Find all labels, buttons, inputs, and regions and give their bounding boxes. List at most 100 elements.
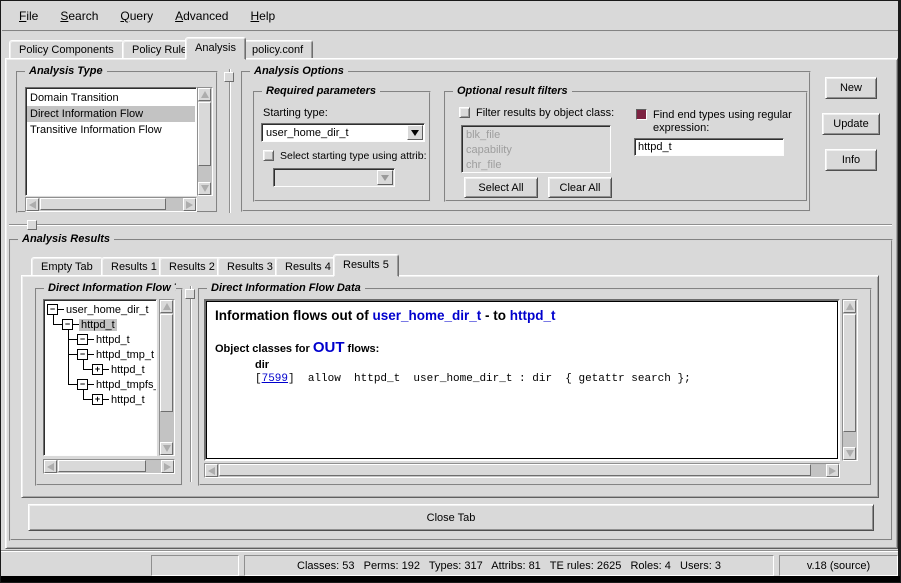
- chevron-down-icon[interactable]: [407, 125, 423, 140]
- scroll-up-icon[interactable]: [198, 88, 211, 101]
- tab-policy-components[interactable]: Policy Components: [9, 40, 124, 59]
- analysis-type-hscrollbar[interactable]: [25, 197, 197, 212]
- tree-node-label[interactable]: httpd_t: [109, 364, 147, 376]
- tab-results-1[interactable]: Results 1: [101, 257, 167, 276]
- flow-tree-legend: Direct Information Flow T: [44, 282, 176, 294]
- regex-input[interactable]: [634, 138, 784, 156]
- scroll-right-icon[interactable]: [183, 198, 196, 211]
- chevron-down-icon: [377, 170, 393, 185]
- collapse-icon[interactable]: −: [77, 349, 88, 360]
- collapse-icon[interactable]: −: [77, 379, 88, 390]
- scroll-thumb[interactable]: [843, 314, 856, 432]
- filter-by-class-checkbox-row[interactable]: Filter results by object class:: [459, 107, 614, 119]
- scroll-up-icon[interactable]: [843, 300, 856, 313]
- menu-help[interactable]: Help: [239, 5, 286, 27]
- tree-node-label[interactable]: httpd_t: [79, 319, 117, 331]
- menu-file[interactable]: File: [8, 5, 49, 27]
- object-class-item: chr_file: [463, 158, 609, 173]
- scroll-right-icon[interactable]: [826, 464, 839, 477]
- status-panel-version: v.18 (source): [779, 555, 898, 576]
- menu-query[interactable]: Query: [109, 5, 164, 27]
- collapse-icon[interactable]: −: [77, 334, 88, 345]
- scroll-left-icon[interactable]: [205, 464, 218, 477]
- scroll-thumb[interactable]: [40, 198, 166, 210]
- scroll-left-icon[interactable]: [44, 460, 57, 473]
- tab-analysis[interactable]: Analysis: [185, 37, 246, 60]
- scroll-thumb[interactable]: [219, 464, 811, 476]
- scroll-right-icon[interactable]: [161, 460, 174, 473]
- collapse-icon[interactable]: −: [47, 304, 58, 315]
- object-classes-line: Object classes for OUT flows:: [215, 339, 829, 356]
- pane-sash-handle[interactable]: [27, 220, 37, 230]
- analysis-type-vscrollbar[interactable]: [197, 87, 213, 196]
- info-button[interactable]: Info: [825, 149, 877, 171]
- scroll-thumb[interactable]: [58, 460, 146, 472]
- source-type: user_home_dir_t: [372, 308, 481, 323]
- tree-node-label[interactable]: httpd_t: [109, 394, 147, 406]
- pane-sash-handle[interactable]: [224, 72, 234, 82]
- tab-results-4[interactable]: Results 4: [275, 257, 341, 276]
- object-class-item: capability: [463, 143, 609, 158]
- scroll-down-icon[interactable]: [160, 442, 173, 455]
- starting-type-value: user_home_dir_t: [262, 127, 406, 139]
- regex-checkbox[interactable]: [636, 109, 647, 120]
- flow-tree-hscrollbar[interactable]: [43, 459, 175, 474]
- pane-sash-vertical[interactable]: [229, 69, 231, 213]
- pane-sash-horizontal[interactable]: [9, 224, 892, 226]
- tree-node-label[interactable]: user_home_dir_t: [64, 304, 151, 316]
- tree-node[interactable]: + httpd_t: [92, 392, 147, 407]
- update-button[interactable]: Update: [822, 113, 880, 135]
- tree-node[interactable]: − httpd_tmp_t: [77, 347, 156, 362]
- tree-node-label[interactable]: httpd_t: [94, 334, 132, 346]
- rule-id-link[interactable]: 7599: [262, 373, 288, 385]
- expand-icon[interactable]: +: [92, 394, 103, 405]
- tab-results-2[interactable]: Results 2: [159, 257, 225, 276]
- tab-empty-tab[interactable]: Empty Tab: [31, 257, 103, 276]
- scroll-thumb[interactable]: [160, 314, 173, 412]
- filter-by-class-checkbox[interactable]: [459, 107, 470, 118]
- menu-advanced[interactable]: Advanced: [164, 5, 239, 27]
- tab-results-3[interactable]: Results 3: [217, 257, 283, 276]
- tab-results-5[interactable]: Results 5: [333, 254, 399, 277]
- scroll-down-icon[interactable]: [843, 447, 856, 460]
- flow-tree-vscrollbar[interactable]: [159, 299, 175, 456]
- attrib-checkbox-row[interactable]: Select starting type using attrib:: [263, 150, 429, 162]
- new-button[interactable]: New: [825, 77, 877, 99]
- close-tab-button[interactable]: Close Tab: [28, 504, 874, 531]
- object-class-name: dir: [255, 359, 829, 371]
- list-item-transitive-information-flow[interactable]: Transitive Information Flow: [27, 122, 195, 138]
- regex-checkbox-label: Find end types using regular expression:: [653, 109, 804, 135]
- tree-node[interactable]: − httpd_tmpfs_t: [77, 377, 157, 392]
- clear-all-button[interactable]: Clear All: [548, 177, 612, 198]
- optional-filters-legend: Optional result filters: [453, 85, 572, 97]
- tree-node-label[interactable]: httpd_tmp_t: [94, 349, 156, 361]
- expand-icon[interactable]: +: [92, 364, 103, 375]
- scroll-up-icon[interactable]: [160, 300, 173, 313]
- tree-node[interactable]: − httpd_t: [62, 317, 117, 332]
- scroll-down-icon[interactable]: [198, 182, 211, 195]
- attrib-checkbox-label: Select starting type using attrib:: [280, 150, 427, 162]
- tree-node-label[interactable]: httpd_tmpfs_t: [94, 379, 157, 391]
- scroll-left-icon[interactable]: [26, 198, 39, 211]
- list-item-direct-information-flow[interactable]: Direct Information Flow: [27, 106, 195, 122]
- regex-checkbox-row[interactable]: Find end types using regular expression:: [636, 109, 804, 135]
- select-all-button[interactable]: Select All: [464, 177, 538, 198]
- tab-policy-conf[interactable]: policy.conf: [242, 40, 313, 59]
- menu-search[interactable]: Search: [49, 5, 109, 27]
- tree-node[interactable]: − httpd_t: [77, 332, 132, 347]
- scroll-thumb[interactable]: [198, 102, 211, 166]
- tree-node[interactable]: − user_home_dir_t: [47, 302, 151, 317]
- target-type: httpd_t: [510, 308, 556, 323]
- list-item-domain-transition[interactable]: Domain Transition: [27, 90, 195, 106]
- tree-node[interactable]: + httpd_t: [92, 362, 147, 377]
- flow-data-hscrollbar[interactable]: [204, 463, 840, 478]
- results-sash-vertical[interactable]: [190, 286, 192, 482]
- starting-type-combobox[interactable]: user_home_dir_t: [261, 123, 425, 142]
- attrib-checkbox[interactable]: [263, 150, 274, 161]
- flow-data-vscrollbar[interactable]: [842, 299, 858, 461]
- results-sash-handle[interactable]: [185, 289, 195, 299]
- collapse-icon[interactable]: −: [62, 319, 73, 330]
- object-class-list: blk_file capability chr_file: [461, 125, 611, 173]
- required-parameters-legend: Required parameters: [262, 85, 380, 97]
- analysis-results-legend: Analysis Results: [18, 233, 114, 245]
